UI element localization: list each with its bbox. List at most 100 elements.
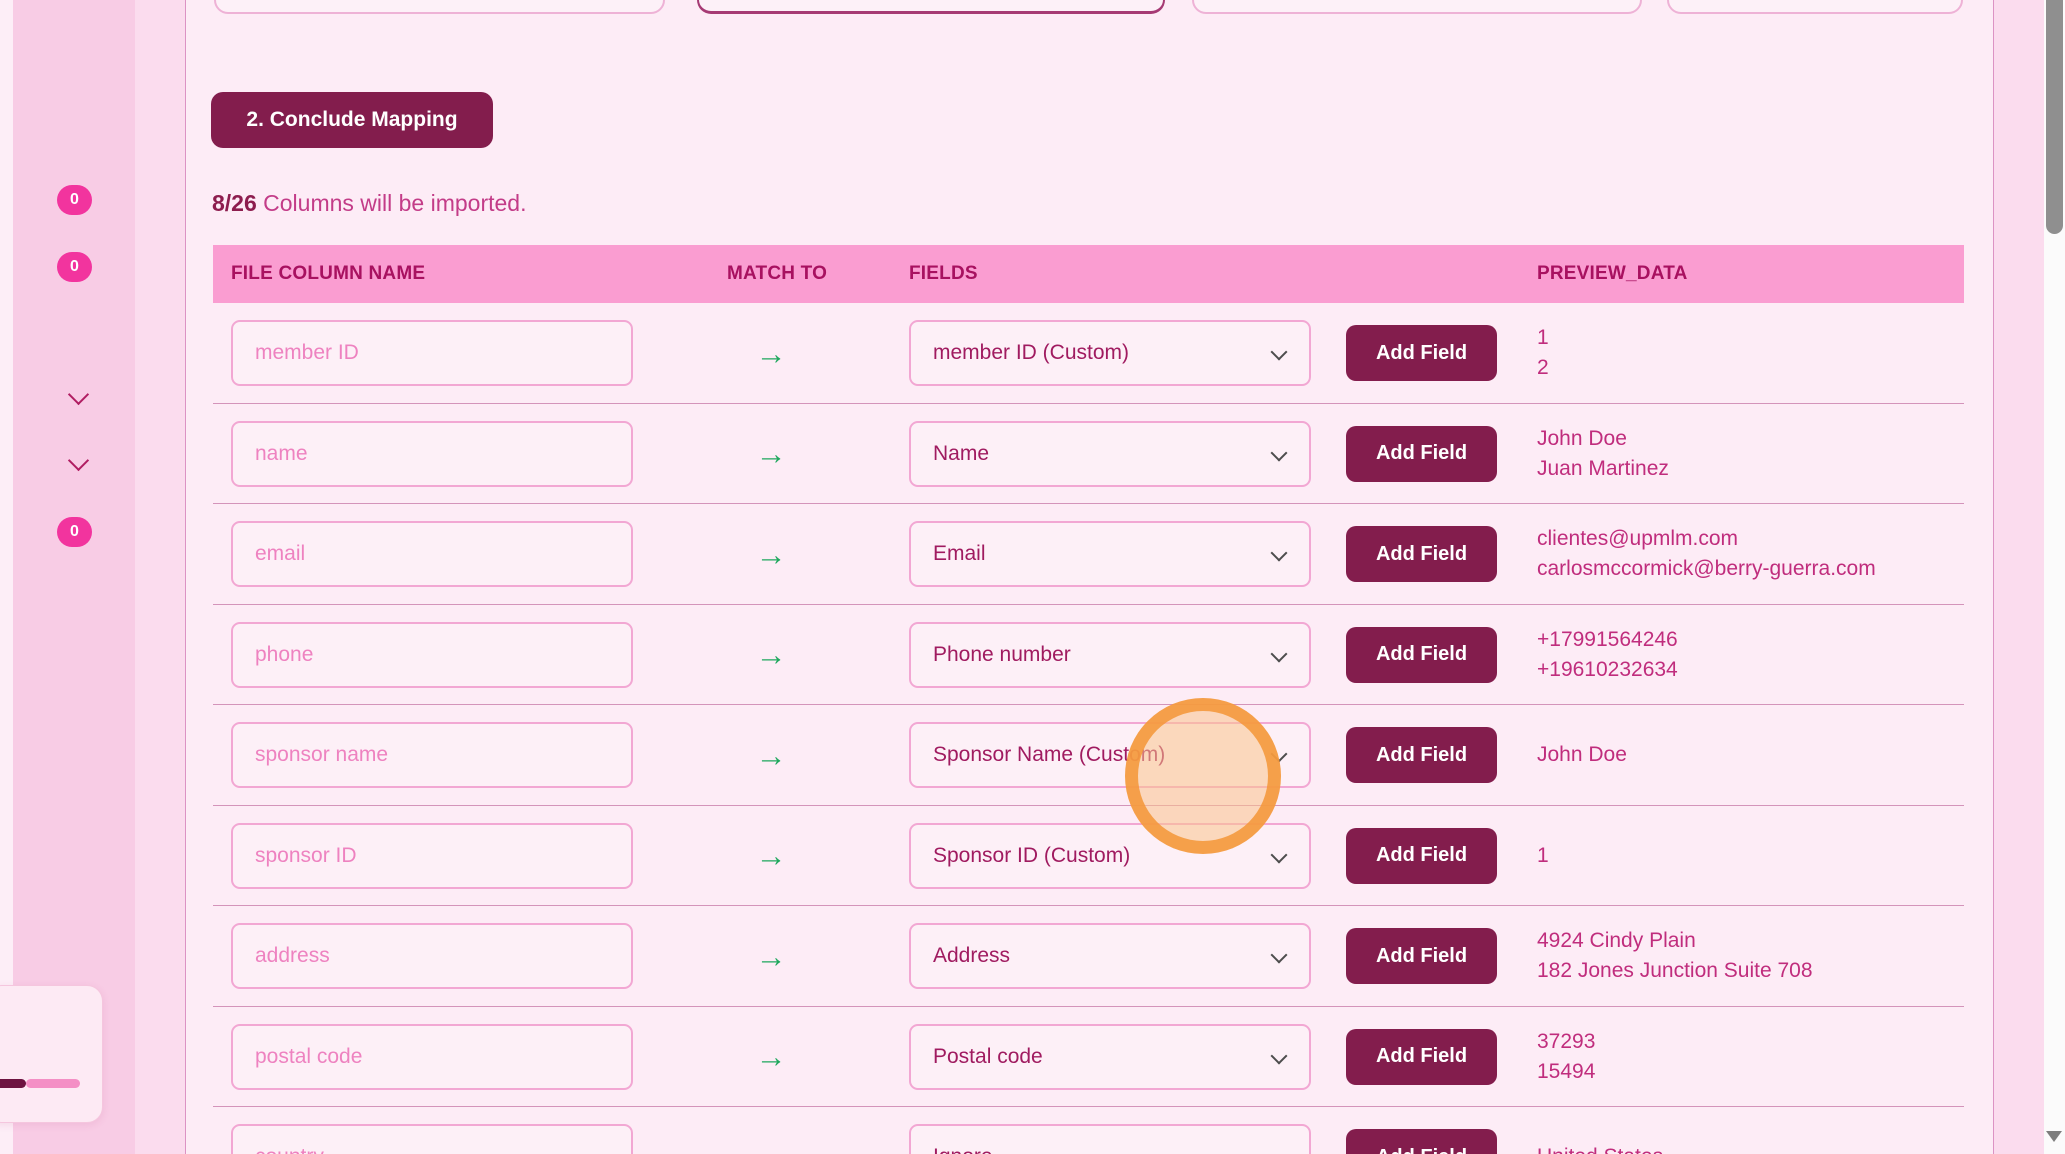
field-select[interactable]: member ID (Custom) <box>909 320 1311 386</box>
add-field-button[interactable]: Add Field <box>1346 627 1497 683</box>
file-column-input[interactable] <box>231 320 633 386</box>
arrow-right-icon: → <box>756 941 787 972</box>
match-status: → <box>741 303 801 403</box>
file-column-input[interactable] <box>231 923 633 989</box>
arrow-right-icon: → <box>756 740 787 771</box>
file-column-input[interactable] <box>231 823 633 889</box>
import-summary-text: Columns will be imported. <box>257 190 527 216</box>
preview-line: United States <box>1537 1142 1663 1154</box>
add-field-button[interactable]: Add Field <box>1346 1029 1497 1085</box>
match-status: → <box>741 906 801 1006</box>
field-select[interactable]: Address <box>909 923 1311 989</box>
table-row: →Sponsor Name (Custom)Add FieldJohn Doe <box>213 705 1964 806</box>
table-row: → Postal code Add Field 3729315494 <box>213 1007 1964 1108</box>
field-select[interactable]: Name <box>909 421 1311 487</box>
field-select-value: Email <box>933 542 986 566</box>
chevron-down-icon[interactable] <box>68 384 89 405</box>
preview-data: 4924 Cindy Plain182 Jones Junction Suite… <box>1537 906 1813 1006</box>
chevron-down-icon <box>1271 645 1288 662</box>
table-header: FILE COLUMN NAME MATCH TO FIELDS PREVIEW… <box>213 245 1964 303</box>
chevron-down-icon <box>1271 947 1288 964</box>
field-select[interactable]: Phone number <box>909 622 1311 688</box>
table-row: → Phone number Add Field +17991564246+19610… <box>213 605 1964 706</box>
table-row: → Address Add Field 4924 Cindy Plain182 Jon… <box>213 906 1964 1007</box>
preview-line: 2 <box>1537 353 1549 383</box>
import-summary: 8/26 Columns will be imported. <box>212 190 526 217</box>
step-card[interactable] <box>214 0 665 14</box>
file-column-input[interactable] <box>231 1124 633 1154</box>
step-card[interactable] <box>1192 0 1642 14</box>
step-card[interactable] <box>1667 0 1963 14</box>
sidebar: 0 0 0 <box>13 0 135 1154</box>
preview-data: 12 <box>1537 303 1549 403</box>
preview-line: 4924 Cindy Plain <box>1537 926 1813 956</box>
sidebar-gutter <box>135 0 186 1154</box>
sidebar-badge: 0 <box>57 185 92 215</box>
chevron-down-icon <box>1271 344 1288 361</box>
chevron-down-icon <box>1271 1148 1288 1154</box>
match-status: → <box>741 605 801 705</box>
scrollbar[interactable] <box>2044 0 2065 1154</box>
match-status: → <box>741 806 801 906</box>
field-select[interactable]: Postal code <box>909 1024 1311 1090</box>
preview-line: Juan Martinez <box>1537 454 1669 484</box>
import-mapping-page: 0 0 0 2. Conclude Mapping 8/26 Columns w… <box>0 0 2065 1154</box>
match-status: ! <box>741 1107 801 1154</box>
add-field-button[interactable]: Add Field <box>1346 727 1497 783</box>
arrow-right-icon: → <box>756 438 787 469</box>
sidebar-badge: 0 <box>57 252 92 282</box>
main-content: 2. Conclude Mapping 8/26 Columns will be… <box>187 0 1993 1154</box>
header-file-column-name: FILE COLUMN NAME <box>231 263 425 285</box>
preview-line: John Doe <box>1537 424 1669 454</box>
table-body: →member ID (Custom)Add Field12→NameAdd F… <box>213 303 1964 1154</box>
add-field-button[interactable]: Add Field <box>1346 526 1497 582</box>
step-card-selected[interactable] <box>697 0 1165 14</box>
chevron-down-icon <box>1271 545 1288 562</box>
field-select[interactable]: Ignore <box>909 1124 1311 1154</box>
add-field-button[interactable]: Add Field <box>1346 1129 1497 1154</box>
right-gutter <box>1993 0 2044 1154</box>
arrow-right-icon: → <box>756 338 787 369</box>
preview-line: John Doe <box>1537 740 1627 770</box>
preview-data: United States <box>1537 1107 1663 1154</box>
preview-data: clientes@upmlm.comcarlosmccormick@berry-… <box>1537 504 1876 604</box>
file-column-input[interactable] <box>231 421 633 487</box>
preview-data: +17991564246+19610232634 <box>1537 605 1678 705</box>
scrollbar-thumb[interactable] <box>2046 0 2063 234</box>
progress-card <box>0 985 103 1123</box>
preview-data: John DoeJuan Martinez <box>1537 404 1669 504</box>
match-status: → <box>741 705 801 805</box>
preview-data: 1 <box>1537 806 1549 906</box>
preview-line: 37293 <box>1537 1027 1595 1057</box>
file-column-input[interactable] <box>231 622 633 688</box>
table-row: → member ID (Custom) Add Field 12 <box>213 303 1964 404</box>
add-field-button[interactable]: Add Field <box>1346 325 1497 381</box>
preview-data: John Doe <box>1537 705 1627 805</box>
import-summary-count: 8/26 <box>212 190 257 216</box>
conclude-mapping-button[interactable]: 2. Conclude Mapping <box>211 92 493 148</box>
table-row: → Sponsor ID (Custom) Add Field 1 <box>213 806 1964 907</box>
field-select-value: Phone number <box>933 643 1071 667</box>
field-select-value: Sponsor ID (Custom) <box>933 844 1130 868</box>
match-status: → <box>741 1007 801 1107</box>
file-column-input[interactable] <box>231 521 633 587</box>
preview-line: 1 <box>1537 323 1549 353</box>
header-fields: FIELDS <box>909 263 978 285</box>
chevron-down-icon <box>1271 444 1288 461</box>
preview-line: carlosmccormick@berry-guerra.com <box>1537 554 1876 584</box>
file-column-input[interactable] <box>231 1024 633 1090</box>
add-field-button[interactable]: Add Field <box>1346 928 1497 984</box>
preview-line: +19610232634 <box>1537 655 1678 685</box>
add-field-button[interactable]: Add Field <box>1346 828 1497 884</box>
add-field-button[interactable]: Add Field <box>1346 426 1497 482</box>
file-column-input[interactable] <box>231 722 633 788</box>
chevron-down-icon[interactable] <box>68 450 89 471</box>
field-select[interactable]: Email <box>909 521 1311 587</box>
preview-line: clientes@upmlm.com <box>1537 524 1876 554</box>
scrollbar-down-arrow-icon[interactable] <box>2046 1131 2062 1142</box>
click-indicator <box>1125 698 1281 854</box>
header-match-to: MATCH TO <box>727 263 827 285</box>
table-row: ! Ignore Add Field United States <box>213 1107 1964 1154</box>
table-row: → Name Add Field John DoeJuan Martinez <box>213 404 1964 505</box>
preview-line: 15494 <box>1537 1057 1595 1087</box>
